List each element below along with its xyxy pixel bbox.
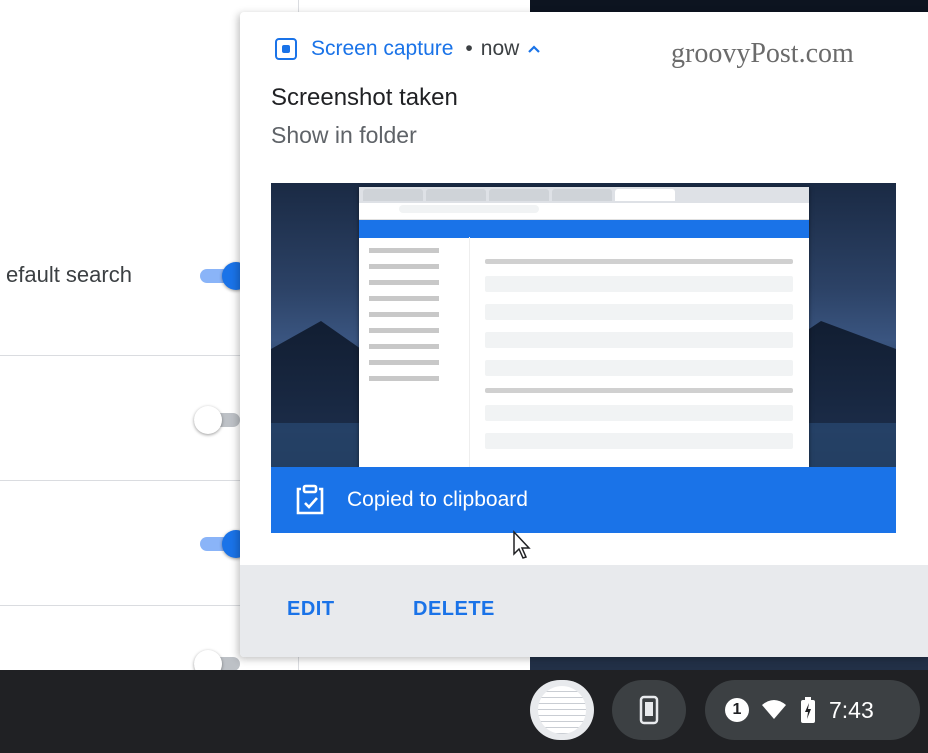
show-in-folder-link[interactable]: Show in folder xyxy=(271,122,417,149)
setting-toggle[interactable] xyxy=(194,406,244,434)
edit-button[interactable]: EDIT xyxy=(287,598,335,621)
chevron-up-icon[interactable] xyxy=(527,42,541,56)
shelf: 1 7:43 xyxy=(0,670,928,753)
notification-count-badge: 1 xyxy=(725,698,749,722)
app-name: Screen capture xyxy=(311,37,454,60)
status-tray[interactable]: 1 7:43 xyxy=(705,680,920,740)
clipboard-check-icon xyxy=(296,484,324,515)
wifi-icon xyxy=(762,700,786,719)
screenshot-notification[interactable]: Screen capture • now groovyPost.com Scre… xyxy=(240,12,928,657)
watermark: groovyPost.com xyxy=(671,38,854,69)
phone-icon xyxy=(639,695,659,725)
delete-button[interactable]: DELETE xyxy=(413,598,495,621)
screen-capture-icon xyxy=(275,38,297,60)
screenshot-preview-window xyxy=(359,187,809,467)
notification-time: now xyxy=(480,37,520,60)
notification-title: Screenshot taken xyxy=(271,84,458,111)
default-search-label: efault search xyxy=(6,262,132,287)
cursor-icon xyxy=(513,530,531,559)
battery-icon xyxy=(801,697,815,723)
clipboard-text: Copied to clipboard xyxy=(347,488,528,511)
header-separator: • xyxy=(465,37,473,60)
copied-to-clipboard-banner: Copied to clipboard xyxy=(271,467,896,533)
notification-header[interactable]: Screen capture • now xyxy=(275,36,541,62)
clock[interactable]: 7:43 xyxy=(829,697,874,724)
phone-hub-button[interactable] xyxy=(612,680,686,740)
notification-actions: EDIT DELETE xyxy=(240,565,928,657)
holding-space-thumbnail[interactable] xyxy=(530,680,594,740)
screenshot-thumbnail xyxy=(538,686,586,734)
